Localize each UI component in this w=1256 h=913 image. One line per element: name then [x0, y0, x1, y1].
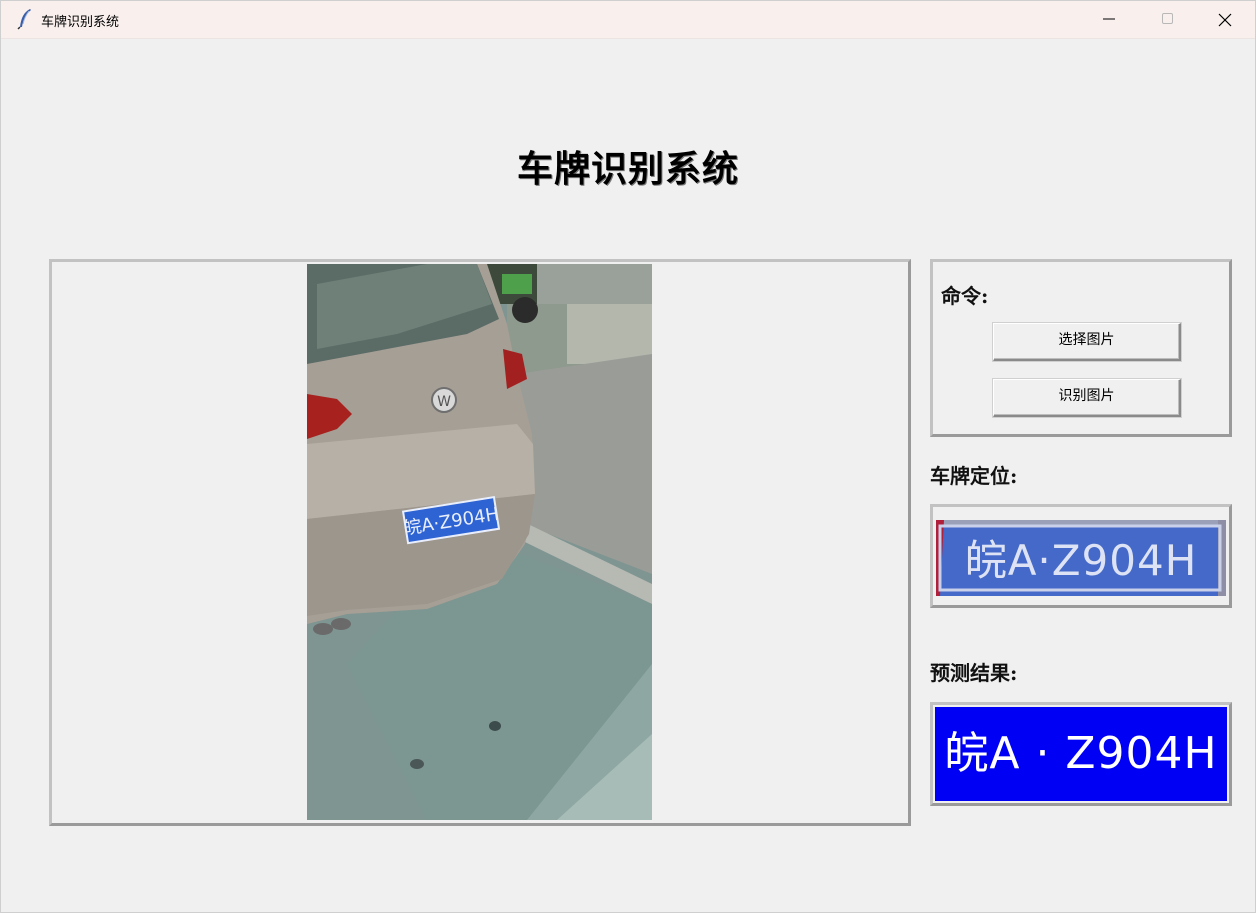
maximize-button[interactable]	[1138, 0, 1196, 38]
command-label: 命令:	[941, 284, 989, 308]
close-button[interactable]	[1196, 0, 1254, 38]
title-bar: 车牌识别系统	[0, 0, 1256, 39]
select-image-button[interactable]: 选择图片	[993, 323, 1181, 361]
plate-crop-image: 皖A·Z904H	[936, 520, 1226, 596]
minimize-icon	[1103, 18, 1115, 20]
plate-location-label: 车牌定位:	[930, 464, 1018, 488]
minimize-button[interactable]	[1080, 0, 1138, 38]
prediction-label: 预测结果:	[930, 661, 1018, 685]
maximize-icon	[1162, 13, 1173, 24]
page-title: 车牌识别系统	[516, 148, 739, 190]
prediction-result-frame: 皖A · Z904H	[930, 702, 1232, 806]
plate-location-frame: 皖A·Z904H	[930, 504, 1232, 608]
car-photo: W 皖A·Z904H	[307, 264, 652, 820]
close-icon	[1218, 13, 1232, 27]
window-title: 车牌识别系统	[41, 15, 120, 30]
command-panel: 命令: 选择图片 识别图片	[930, 259, 1232, 437]
plate-crop-text: 皖A·Z904H	[965, 536, 1198, 585]
recognize-image-button[interactable]: 识别图片	[993, 379, 1181, 417]
feather-icon	[16, 8, 34, 30]
prediction-result: 皖A · Z904H	[935, 707, 1227, 801]
svg-text:W: W	[437, 394, 451, 410]
image-display-frame: W 皖A·Z904H	[49, 259, 911, 826]
